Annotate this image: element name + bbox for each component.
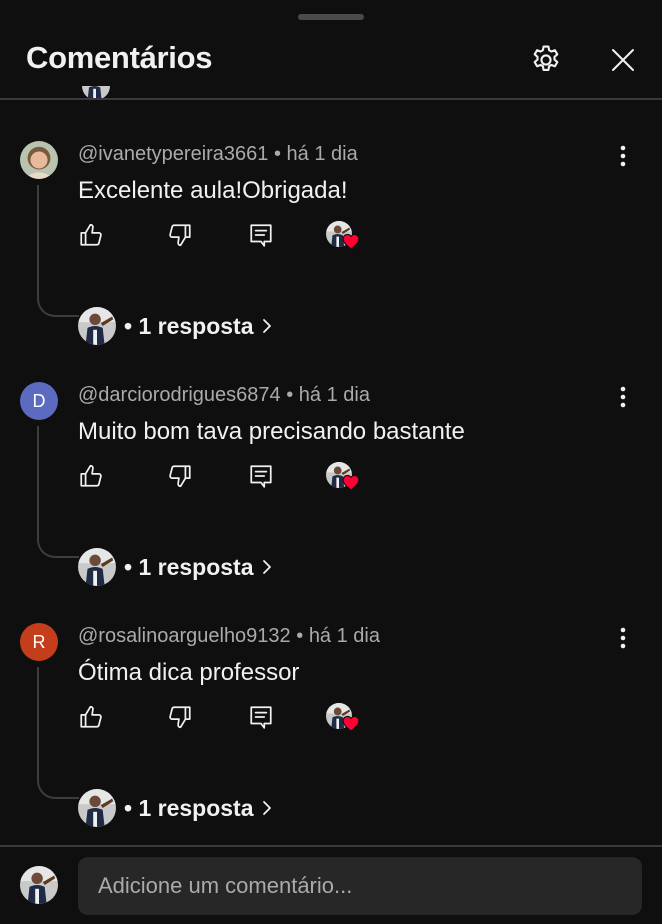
chevron-right-icon: [262, 318, 272, 334]
comment-meta: @rosalinoarguelho9132 • há 1 dia: [78, 625, 380, 648]
thumbs-up-icon: [80, 464, 102, 487]
comment-reply-icon: [250, 465, 272, 488]
comment-item: D @darciorodrigues6874 • há 1 dia Muito …: [0, 382, 662, 623]
comment-author[interactable]: @rosalinoarguelho9132: [78, 625, 291, 647]
dislike-button[interactable]: [166, 221, 194, 249]
comments-sheet: Comentários @ivanetypereira3661 • há 1 d…: [0, 0, 662, 924]
header: Comentários: [0, 0, 662, 100]
more-options-button[interactable]: [610, 141, 636, 171]
more-vert-icon: [620, 386, 626, 408]
meta-separator: •: [273, 143, 287, 165]
comment-text: Excelente aula!Obrigada!: [78, 177, 348, 204]
comment-reply-icon: [250, 224, 272, 247]
thread-line: [37, 667, 79, 799]
close-button[interactable]: [603, 40, 643, 80]
comment-text: Muito bom tava precisando bastante: [78, 418, 465, 445]
avatar[interactable]: [20, 141, 58, 179]
comment-reply-icon: [250, 706, 272, 729]
thumbs-down-icon: [169, 224, 191, 247]
heart-icon: [342, 715, 360, 732]
add-comment-input[interactable]: [78, 857, 642, 915]
thumbs-up-icon: [80, 223, 102, 246]
meta-separator: •: [286, 384, 299, 406]
comment-item: @ivanetypereira3661 • há 1 dia Excelente…: [0, 141, 662, 382]
thumbs-down-icon: [169, 465, 191, 488]
more-vert-icon: [620, 145, 626, 167]
reply-button[interactable]: [247, 221, 275, 249]
comment-item: R @rosalinoarguelho9132 • há 1 dia Ótima…: [0, 623, 662, 864]
more-options-button[interactable]: [610, 623, 636, 653]
comment-time: há 1 dia: [298, 384, 370, 406]
comment-time: há 1 dia: [308, 625, 380, 647]
more-vert-icon: [620, 627, 626, 649]
heart-icon: [342, 474, 360, 491]
comment-text: Ótima dica professor: [78, 659, 300, 686]
heart-icon: [342, 233, 360, 250]
comment-author[interactable]: @ivanetypereira3661: [78, 143, 268, 165]
dislike-button[interactable]: [166, 703, 194, 731]
view-replies-button[interactable]: • 1 resposta: [78, 306, 272, 346]
comment-author[interactable]: @darciorodrigues6874: [78, 384, 281, 406]
thread-line: [37, 185, 79, 317]
avatar[interactable]: R: [20, 623, 58, 661]
avatar[interactable]: D: [20, 382, 58, 420]
creator-heart-badge: [326, 462, 362, 494]
meta-separator: •: [296, 625, 309, 647]
reply-button[interactable]: [247, 703, 275, 731]
dislike-button[interactable]: [166, 462, 194, 490]
replies-count: • 1 resposta: [124, 553, 254, 580]
chevron-right-icon: [262, 800, 272, 816]
reply-avatar: [78, 548, 116, 586]
view-replies-button[interactable]: • 1 resposta: [78, 547, 272, 587]
replies-count: • 1 resposta: [124, 312, 254, 339]
thread-line: [37, 426, 79, 558]
my-avatar: [20, 866, 58, 904]
comment-meta: @ivanetypereira3661 • há 1 dia: [78, 143, 358, 166]
comment-meta: @darciorodrigues6874 • há 1 dia: [78, 384, 370, 407]
gear-icon: [533, 45, 559, 71]
view-replies-button[interactable]: • 1 resposta: [78, 788, 272, 828]
thumbs-up-icon: [80, 705, 102, 728]
thumbs-down-icon: [169, 706, 191, 729]
creator-heart-badge: [326, 221, 362, 253]
comment-time: há 1 dia: [286, 143, 358, 165]
more-options-button[interactable]: [610, 382, 636, 412]
replies-count: • 1 resposta: [124, 794, 254, 821]
page-title: Comentários: [26, 40, 213, 75]
like-button[interactable]: [77, 221, 105, 249]
creator-heart-badge: [326, 703, 362, 735]
reply-button[interactable]: [247, 462, 275, 490]
chevron-right-icon: [262, 559, 272, 575]
like-button[interactable]: [77, 462, 105, 490]
reply-avatar: [78, 789, 116, 827]
reply-avatar: [78, 307, 116, 345]
close-icon: [612, 49, 634, 71]
composer-divider: [0, 845, 662, 847]
settings-button[interactable]: [526, 40, 566, 80]
header-divider: [0, 98, 662, 100]
like-button[interactable]: [77, 703, 105, 731]
